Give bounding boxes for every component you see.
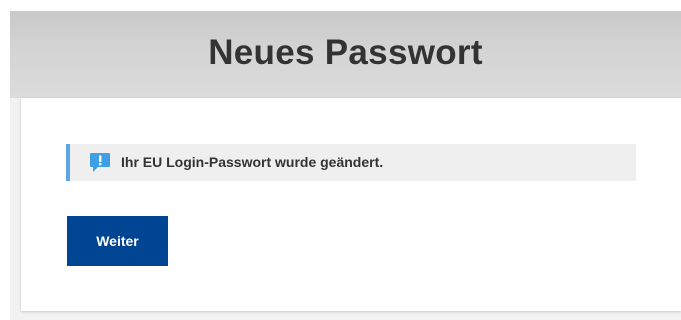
info-message-text: Ihr EU Login-Passwort wurde geändert. xyxy=(121,154,384,170)
info-message: Ihr EU Login-Passwort wurde geändert. xyxy=(66,144,636,181)
page-title: Neues Passwort xyxy=(208,33,483,72)
content-card xyxy=(21,98,681,311)
info-speech-bubble-icon xyxy=(89,152,111,173)
continue-button[interactable]: Weiter xyxy=(67,216,168,266)
